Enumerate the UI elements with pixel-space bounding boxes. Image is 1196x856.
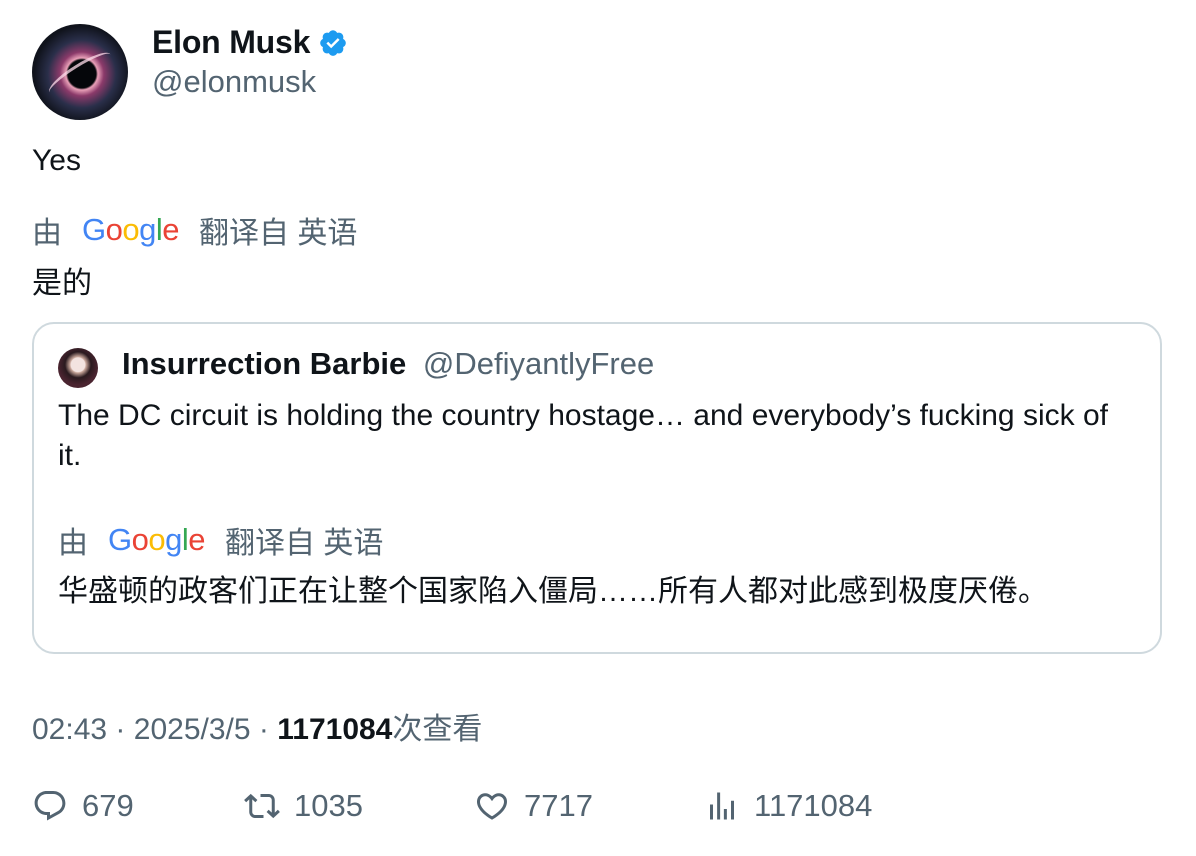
reply-count: 679: [82, 788, 134, 823]
quote-text: The DC circuit is holding the country ho…: [58, 399, 1108, 472]
retweet-icon: [244, 793, 280, 819]
views-button[interactable]: 1171084: [704, 788, 872, 824]
translation-prefix: 由: [32, 217, 62, 250]
quote-translation-text: 华盛顿的政客们正在让整个国家陷入僵局……所有人都对此感到极度厌倦。: [58, 575, 1048, 608]
google-logo: Google: [82, 212, 180, 247]
tweet-translation-text: 是的: [32, 267, 92, 300]
quote-translation-prefix: 由: [58, 527, 88, 560]
author-avatar[interactable]: [32, 24, 128, 120]
views-action-count: 1171084: [754, 788, 873, 823]
translation-attribution[interactable]: 由 Google 翻译自 英语: [32, 208, 357, 252]
action-bar: 679 1035 7717 1171084: [32, 788, 1162, 832]
quote-author-avatar: [58, 348, 98, 388]
quote-translation-attribution[interactable]: 由 Google 翻译自 英语: [58, 518, 383, 562]
tweet-time[interactable]: 02:43: [32, 713, 107, 746]
tweet-text: Yes: [32, 144, 81, 177]
google-logo: Google: [108, 522, 206, 557]
retweet-button[interactable]: 1035: [244, 788, 363, 824]
views-icon: [710, 792, 734, 820]
translation-suffix: 翻译自 英语: [199, 217, 358, 250]
quote-author-name: Insurrection Barbie: [122, 346, 407, 381]
views-count: 1171084: [277, 713, 393, 746]
reply-icon: [34, 791, 66, 821]
reply-button[interactable]: 679: [32, 788, 134, 824]
views-label: 次查看: [392, 713, 483, 746]
tweet-meta: 02:43 · 2025/3/5 · 1171084次查看: [32, 704, 482, 748]
author-name[interactable]: Elon Musk: [152, 24, 310, 61]
like-icon: [476, 793, 508, 820]
tweet-date[interactable]: 2025/3/5: [134, 713, 251, 746]
retweet-count: 1035: [294, 788, 363, 823]
quote-author-handle: @DefiyantlyFree: [422, 346, 655, 381]
author-handle[interactable]: @elonmusk: [152, 64, 316, 100]
quoted-tweet[interactable]: Insurrection Barbie @DefiyantlyFree The …: [32, 322, 1162, 654]
like-button[interactable]: 7717: [474, 788, 593, 824]
author-name-row: Elon Musk: [152, 24, 348, 61]
meta-separator: ·: [115, 713, 126, 746]
verified-badge-icon: [320, 29, 347, 56]
meta-separator: ·: [258, 713, 269, 746]
like-count: 7717: [524, 788, 593, 823]
quote-header: Insurrection Barbie @DefiyantlyFree: [122, 346, 654, 382]
quote-translation-suffix: 翻译自 英语: [225, 527, 384, 560]
